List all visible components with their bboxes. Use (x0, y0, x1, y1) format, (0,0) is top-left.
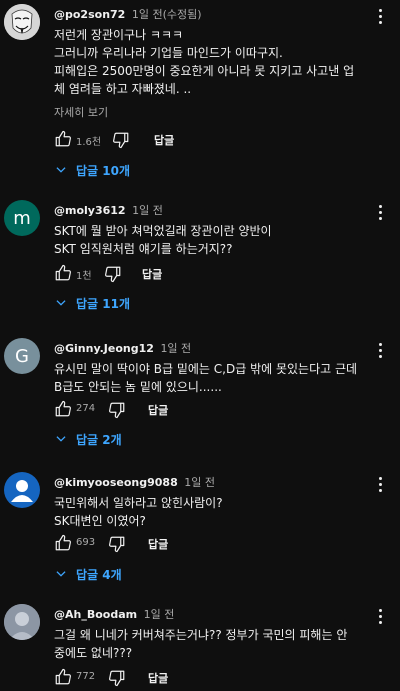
comment-text: SKT에 뭘 받아 쳐먹었길래 장관이란 양반이 SKT 임직원처럼 얘기를 하… (54, 222, 384, 258)
view-replies-button[interactable]: 답글 2개 (54, 428, 122, 450)
view-replies-button[interactable]: 답글 4개 (54, 563, 122, 585)
chevron-down-icon (56, 300, 66, 306)
thumb-up-icon (55, 668, 71, 685)
dislike-button[interactable] (104, 265, 124, 285)
comment-line: 저런게 장관이구나 ㅋㅋㅋ (54, 28, 184, 42)
more-vert-icon[interactable] (374, 340, 386, 360)
comment-meta: @Ah_Boodam 1일 전 (54, 606, 174, 622)
comment-time[interactable]: 1일 전 (184, 476, 215, 489)
comment-line: SKT에 뭘 받아 쳐먹었길래 장관이란 양반이 (54, 224, 272, 238)
dislike-button[interactable] (112, 131, 132, 151)
comment-line: B급도 안되는 놈 밑에 있으니...... (54, 380, 222, 394)
thumb-down-icon (109, 402, 125, 419)
thumb-down-icon (105, 266, 121, 283)
comment-text: 유시민 말이 딱이야 B급 밑에는 C,D급 밖에 못있는다고 근데 B급도 안… (54, 360, 384, 396)
dislike-button[interactable] (108, 401, 128, 421)
comment-meta: @po2son72 1일 전(수정됨) (54, 6, 202, 22)
comment-actions: 1천 답글 (54, 264, 304, 284)
chevron-down-icon (56, 167, 66, 173)
author-name[interactable]: @kimyooseong9088 (54, 476, 178, 489)
like-button[interactable] (54, 668, 74, 688)
like-count: 1.6천 (76, 137, 102, 148)
comment-actions: 693 답글 (54, 534, 304, 554)
thumb-up-icon (55, 400, 71, 417)
comment-text: 국민위해서 일하라고 앉힌사람이? SK대변인 이였어? (54, 494, 384, 530)
view-replies-button[interactable]: 답글 11개 (54, 292, 130, 314)
author-name[interactable]: @po2son72 (54, 8, 125, 21)
comment-actions: 274 답글 (54, 400, 304, 420)
comment-line: 국민위해서 일하라고 앉힌사람이? (54, 496, 223, 510)
like-count: 772 (76, 671, 96, 682)
comment-time[interactable]: 1일 전 (160, 342, 191, 355)
more-vert-icon[interactable] (374, 606, 386, 626)
thumb-down-icon (109, 536, 125, 553)
comment-meta: @moly3612 1일 전 (54, 202, 163, 218)
more-vert-icon[interactable] (374, 202, 386, 222)
author-name[interactable]: @Ginny.Jeong12 (54, 342, 154, 355)
thumb-up-icon (55, 130, 71, 147)
comment-text: 그걸 왜 니네가 커버쳐주는거냐?? 정부가 국민의 피해는 안 중에도 없네?… (54, 626, 384, 662)
comment-line: 그러니까 우리나라 기업들 마인드가 이따구지. (54, 46, 283, 60)
chevron-down-icon (56, 571, 66, 577)
comment-actions: 1.6천 답글 (54, 130, 304, 150)
avatar[interactable] (4, 604, 40, 640)
like-button[interactable] (54, 130, 74, 150)
comment-line: SKT 임직원처럼 얘기를 하는거지?? (54, 242, 233, 256)
comment-line: 그걸 왜 니네가 커버쳐주는거냐?? 정부가 국민의 피해는 안 (54, 628, 348, 642)
comment-time[interactable]: 1일 전(수정됨) (132, 8, 202, 21)
more-vert-icon[interactable] (374, 474, 386, 494)
comment-time[interactable]: 1일 전 (144, 608, 175, 621)
comment-line: 중에도 없네??? (54, 646, 133, 660)
comment-meta: @kimyooseong9088 1일 전 (54, 474, 215, 490)
avatar[interactable] (4, 472, 40, 508)
avatar-letter: G (15, 345, 29, 367)
person-avatar-icon (11, 480, 33, 502)
reply-button[interactable]: 답글 (148, 402, 168, 418)
reply-button[interactable]: 답글 (142, 266, 162, 282)
like-button[interactable] (54, 400, 74, 420)
read-more-link[interactable]: 자세히 보기 (54, 104, 108, 120)
comment-line: 피해입은 2500만명이 중요한게 아니라 못 지키고 사고낸 업 (54, 64, 355, 78)
comment-text: 저런게 장관이구나 ㅋㅋㅋ 그러니까 우리나라 기업들 마인드가 이따구지. 피… (54, 26, 384, 98)
comment-actions: 772 답글 (54, 668, 304, 688)
author-name[interactable]: @moly3612 (54, 204, 126, 217)
author-name[interactable]: @Ah_Boodam (54, 608, 137, 621)
thumb-up-icon (55, 534, 71, 551)
like-count: 1천 (76, 271, 92, 282)
like-button[interactable] (54, 534, 74, 554)
comment-meta: @Ginny.Jeong12 1일 전 (54, 340, 191, 356)
like-count: 693 (76, 537, 96, 548)
avatar[interactable]: m (4, 200, 40, 236)
chevron-down-icon (56, 436, 66, 442)
photo-avatar-icon (4, 604, 40, 640)
thumb-down-icon (113, 132, 129, 149)
reply-button[interactable]: 답글 (154, 132, 174, 148)
avatar[interactable]: G (4, 338, 40, 374)
like-button[interactable] (54, 264, 74, 284)
mask-avatar-icon (4, 4, 40, 40)
comment-time[interactable]: 1일 전 (132, 204, 163, 217)
avatar-letter: m (13, 207, 31, 229)
replies-count: 답글 2개 (76, 432, 122, 447)
comment-line: SK대변인 이였어? (54, 514, 146, 528)
thumb-down-icon (109, 670, 125, 687)
comment-line: 유시민 말이 딱이야 B급 밑에는 C,D급 밖에 못있는다고 근데 (54, 362, 358, 376)
avatar[interactable] (4, 4, 40, 40)
dislike-button[interactable] (108, 669, 128, 689)
dislike-button[interactable] (108, 535, 128, 555)
reply-button[interactable]: 답글 (148, 670, 168, 686)
thumb-up-icon (55, 264, 71, 281)
comment-line: 체 염려들 하고 자빠졌네. .. (54, 82, 192, 96)
reply-button[interactable]: 답글 (148, 536, 168, 552)
replies-count: 답글 4개 (76, 567, 122, 582)
replies-count: 답글 11개 (76, 296, 130, 311)
view-replies-button[interactable]: 답글 10개 (54, 159, 130, 181)
replies-count: 답글 10개 (76, 163, 130, 178)
like-count: 274 (76, 403, 96, 414)
more-vert-icon[interactable] (374, 6, 386, 26)
